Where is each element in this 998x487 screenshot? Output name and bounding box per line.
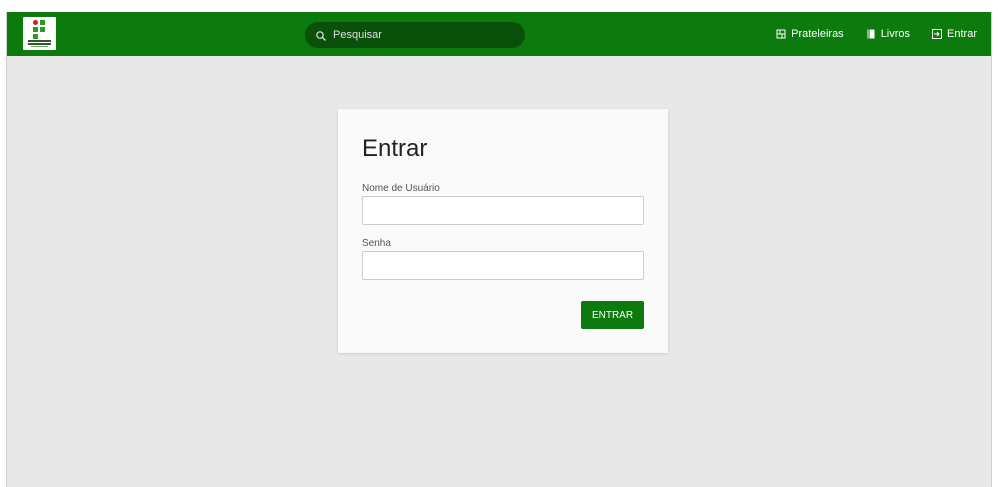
nav-link-prateleiras[interactable]: Prateleiras <box>776 28 844 40</box>
nav-link-entrar[interactable]: Entrar <box>932 28 977 40</box>
app-frame: Prateleiras Livros <box>6 12 992 487</box>
nav-links: Prateleiras Livros Entrar <box>754 12 977 56</box>
book-icon <box>866 29 876 39</box>
login-card: Entrar Nome de Usuário Senha ENTRAR <box>338 109 668 353</box>
search-bar[interactable] <box>305 22 525 48</box>
page-title: Entrar <box>362 135 428 162</box>
username-field[interactable] <box>362 196 644 225</box>
nav-link-livros[interactable]: Livros <box>866 28 910 40</box>
nav-link-label: Prateleiras <box>791 28 844 40</box>
search-input[interactable] <box>333 29 513 41</box>
nav-link-label: Entrar <box>947 28 977 40</box>
institution-logo-icon[interactable] <box>23 17 56 50</box>
submit-button[interactable]: ENTRAR <box>581 301 644 329</box>
password-field[interactable] <box>362 251 644 280</box>
top-navbar: Prateleiras Livros <box>7 12 991 56</box>
password-label: Senha <box>362 238 391 249</box>
login-icon <box>932 29 943 39</box>
bookshelf-icon <box>776 29 786 39</box>
search-icon <box>315 29 327 41</box>
username-label: Nome de Usuário <box>362 183 440 194</box>
nav-link-label: Livros <box>880 28 911 40</box>
